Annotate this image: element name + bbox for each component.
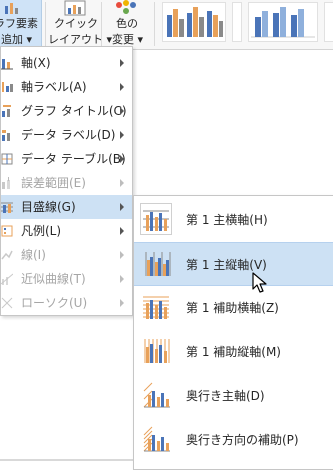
add-chart-element-icon — [4, 2, 20, 17]
submenu-item-label: 第 1 主横軸(H) — [186, 213, 268, 227]
menu-item-label: 凡例(L) — [21, 224, 62, 238]
menu-item-label: 軸(X) — [21, 56, 51, 70]
change-colors-label-1: 色の — [116, 17, 138, 30]
menu-item-label: 軸ラベル(A) — [21, 80, 87, 94]
submenu-arrow-icon — [120, 275, 124, 283]
menu-item-label: 線(I) — [21, 248, 46, 262]
menu-item-data-table[interactable]: データ テーブル(B) — [1, 147, 132, 171]
menu-item-label: グラフ タイトル(C) — [21, 104, 127, 118]
submenu-item-label: 第 1 補助横軸(Z) — [186, 301, 279, 315]
up-down-bars-icon — [1, 296, 13, 310]
submenu-arrow-icon — [120, 203, 124, 211]
add-chart-element-label-1: ラフ要素 — [0, 17, 38, 30]
add-chart-element-button[interactable]: ラフ要素 追加 ▾ — [0, 0, 42, 50]
submenu-arrow-icon — [120, 251, 124, 259]
submenu-item-label: 奥行き方向の補助(P) — [186, 433, 299, 447]
menu-item-label: データ ラベル(D) — [21, 128, 116, 142]
submenu-arrow-icon — [120, 179, 124, 187]
add-chart-element-menu: 軸(X) 軸ラベル(A) グラフ タイトル(C) データ ラベル(D) データ … — [0, 46, 133, 316]
submenu-arrow-icon — [120, 299, 124, 307]
mouse-cursor-icon — [252, 272, 267, 293]
submenu-item-primary-minor-vertical[interactable]: 第 1 補助縦軸(M) — [134, 330, 333, 374]
menu-item-label: ローソク(U) — [21, 296, 88, 310]
ribbon-separator — [154, 2, 155, 46]
ribbon-separator — [45, 2, 46, 46]
chart-style-thumbnail[interactable] — [232, 2, 242, 42]
submenu-item-depth-minor[interactable]: 奥行き方向の補助(P) — [134, 418, 333, 462]
submenu-arrow-icon — [120, 83, 124, 91]
menu-item-gridlines[interactable]: 目盛線(G) — [1, 195, 132, 219]
menu-item-legend[interactable]: 凡例(L) — [1, 219, 132, 243]
submenu-item-label: 第 1 主縦軸(V) — [186, 258, 267, 272]
menu-item-data-labels[interactable]: データ ラベル(D) — [1, 123, 132, 147]
ribbon-separator — [101, 2, 102, 46]
quick-layout-button[interactable]: クイック レイアウト ▾ — [48, 0, 112, 50]
menu-item-trendline: 近似曲線(T) — [0, 267, 132, 291]
menu-item-error-bars: 誤差範囲(E) — [1, 171, 132, 195]
data-labels-icon — [1, 128, 13, 142]
gridlines-submenu: 第 1 主横軸(H) 第 1 主縦軸(V) 第 1 補助横軸(Z) 第 1 補助… — [133, 195, 333, 470]
change-colors-button[interactable]: 色の 変更 ▾ — [104, 0, 148, 50]
menu-item-label: データ テーブル(B) — [21, 152, 126, 166]
submenu-arrow-icon — [120, 227, 124, 235]
depth-minor-icon — [140, 423, 172, 455]
chart-style-thumbnail[interactable] — [162, 2, 226, 42]
submenu-item-primary-major-vertical[interactable]: 第 1 主縦軸(V) — [134, 242, 333, 286]
legend-icon — [1, 224, 13, 238]
primary-minor-vertical-icon — [140, 335, 172, 367]
menu-item-lines: 線(I) — [1, 243, 132, 267]
menu-item-axis-titles[interactable]: 軸ラベル(A) — [1, 75, 132, 99]
axes-icon — [1, 56, 13, 70]
menu-item-up-down-bars: ローソク(U) — [1, 291, 132, 315]
submenu-arrow-icon — [120, 59, 124, 67]
lines-icon — [1, 248, 13, 262]
axis-titles-icon — [1, 80, 13, 94]
menu-item-label: 近似曲線(T) — [21, 272, 86, 286]
submenu-arrow-icon — [120, 131, 124, 139]
chart-style-thumbnail[interactable] — [324, 2, 333, 42]
data-table-icon — [1, 152, 13, 166]
menu-item-label: 誤差範囲(E) — [21, 176, 86, 190]
submenu-item-primary-minor-horizontal[interactable]: 第 1 補助横軸(Z) — [134, 286, 333, 330]
submenu-item-depth-major[interactable]: 奥行き主軸(D) — [134, 374, 333, 418]
chart-style-preview-icon — [167, 7, 223, 37]
depth-major-icon — [140, 379, 172, 411]
primary-major-vertical-icon — [140, 248, 172, 280]
error-bars-icon — [1, 176, 13, 190]
gridlines-icon — [1, 200, 13, 214]
submenu-item-primary-major-horizontal[interactable]: 第 1 主横軸(H) — [134, 198, 333, 242]
submenu-arrow-icon — [120, 155, 124, 163]
primary-major-horizontal-icon — [140, 203, 172, 235]
primary-minor-horizontal-icon — [140, 291, 172, 323]
chart-style-thumbnail[interactable] — [248, 2, 318, 42]
chart-style-preview-icon — [251, 7, 315, 38]
divider — [0, 459, 140, 461]
submenu-item-label: 第 1 補助縦軸(M) — [186, 345, 281, 359]
quick-layout-label-1: クイック — [54, 17, 98, 30]
menu-item-axes[interactable]: 軸(X) — [1, 51, 132, 75]
submenu-item-label: 奥行き主軸(D) — [186, 389, 265, 403]
trendline-icon — [0, 272, 14, 286]
menu-item-chart-title[interactable]: グラフ タイトル(C) — [1, 99, 132, 123]
ribbon: ラフ要素 追加 ▾ クイック レイアウト ▾ 色の 変更 ▾ — [0, 0, 333, 50]
chart-title-icon — [1, 104, 13, 118]
submenu-arrow-icon — [120, 107, 124, 115]
menu-item-label: 目盛線(G) — [21, 200, 76, 214]
